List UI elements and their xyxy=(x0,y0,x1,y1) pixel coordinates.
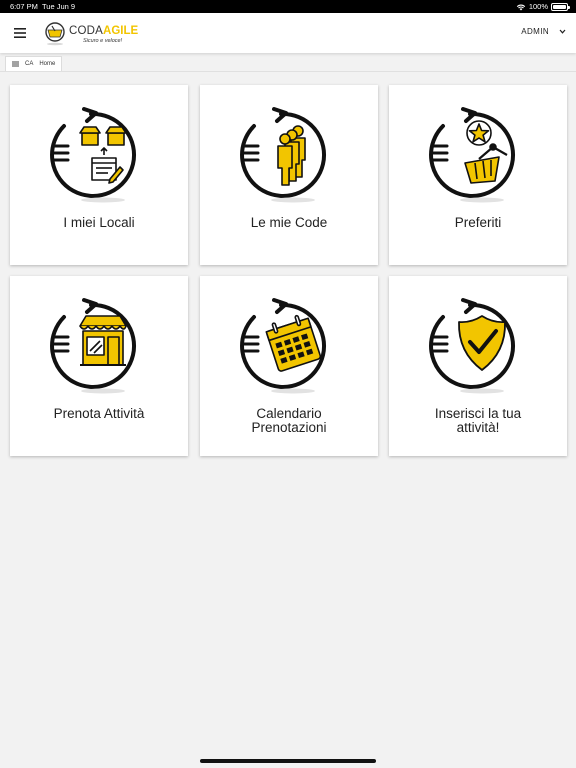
shops-icon xyxy=(50,107,137,203)
user-menu[interactable]: ADMIN xyxy=(521,27,566,36)
battery-percent: 100% xyxy=(528,2,548,11)
storefront-icon xyxy=(50,298,137,394)
brand-name-part2: AGILE xyxy=(103,24,139,37)
status-bar: 6:07 PM Tue Jun 9 100% xyxy=(0,0,576,13)
favorites-basket-icon xyxy=(429,107,516,203)
menu-icon xyxy=(14,28,26,38)
status-right: 100% xyxy=(516,2,570,11)
wifi-icon xyxy=(516,4,525,10)
hamburger-menu-button[interactable] xyxy=(12,25,30,41)
tile-calendario-prenotazioni[interactable]: Calendario Prenotazioni xyxy=(200,276,378,456)
tile-label: Inserisci la tua attività! xyxy=(434,406,522,435)
logo-text: CODAAGILE Sicuro e veloce! xyxy=(69,22,138,45)
status-time: 6:07 PM xyxy=(10,2,38,11)
brand-tagline: Sicuro e veloce! xyxy=(83,37,123,44)
app-logo[interactable]: CODAAGILE Sicuro e veloce! xyxy=(44,18,138,48)
home-indicator[interactable] xyxy=(200,759,376,763)
queue-people-icon xyxy=(240,107,327,203)
tile-label: Prenota Attività xyxy=(53,406,145,421)
user-name: ADMIN xyxy=(521,27,549,36)
logo-mark-icon xyxy=(45,22,65,46)
tile-le-mie-code[interactable]: Le mie Code xyxy=(200,85,378,265)
tile-label: Preferiti xyxy=(454,215,502,230)
status-date: Tue Jun 9 xyxy=(42,2,76,11)
list-icon xyxy=(12,61,19,67)
tile-label: I miei Locali xyxy=(63,215,135,230)
brand-name-part1: CODA xyxy=(69,24,104,37)
tile-label: Le mie Code xyxy=(250,215,328,230)
breadcrumb-current: Home xyxy=(39,61,56,67)
breadcrumb-root[interactable]: CA xyxy=(25,61,33,67)
tile-label: Calendario Prenotazioni xyxy=(251,406,327,435)
tile-i-miei-locali[interactable]: I miei Locali xyxy=(10,85,188,265)
app-header: CODAAGILE Sicuro e veloce! ADMIN xyxy=(0,13,576,53)
tile-prenota-attivita[interactable]: Prenota Attività xyxy=(10,276,188,456)
tile-inserisci-attivita[interactable]: Inserisci la tua attività! xyxy=(389,276,567,456)
battery-icon xyxy=(551,2,570,11)
tile-preferiti[interactable]: Preferiti xyxy=(389,85,567,265)
calendar-icon xyxy=(240,298,327,394)
breadcrumb-bar: CA Home xyxy=(0,53,576,72)
shield-check-icon xyxy=(429,298,516,394)
breadcrumb[interactable]: CA Home xyxy=(5,56,63,71)
chevron-down-icon xyxy=(559,29,566,34)
